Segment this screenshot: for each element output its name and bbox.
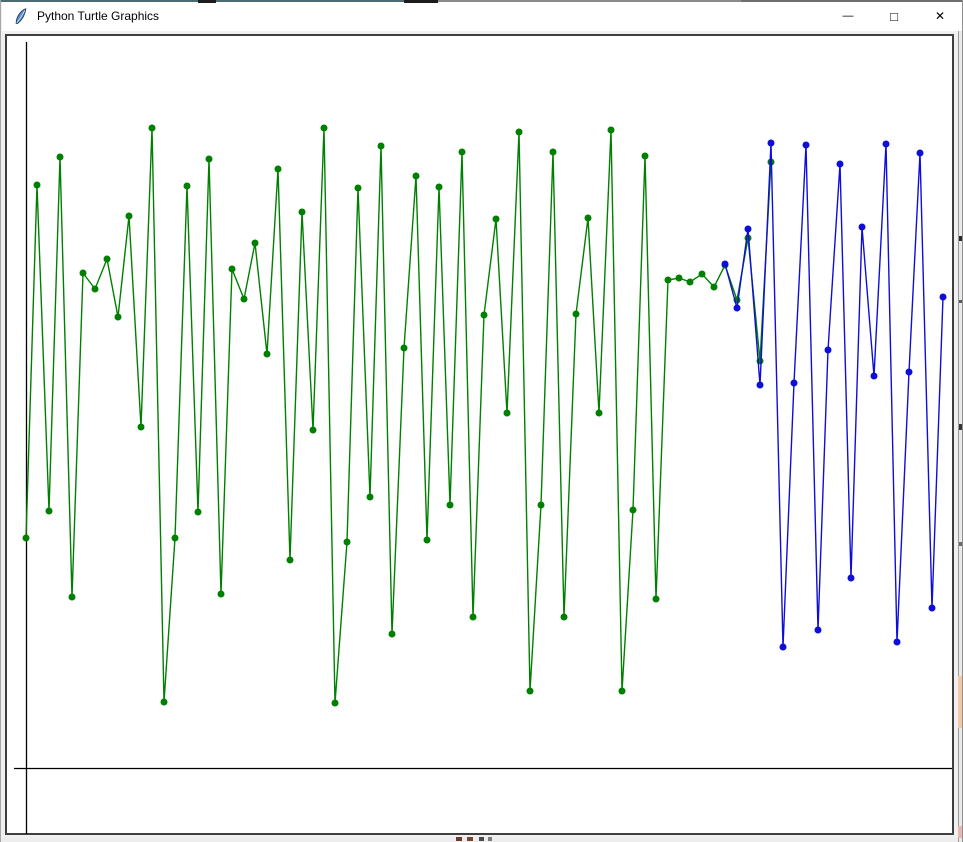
- screen-edge-artifact: [958, 676, 963, 728]
- screen-edge-artifact: [479, 837, 484, 841]
- screen-edge-artifact: [959, 236, 963, 241]
- maximize-button[interactable]: □: [871, 1, 917, 31]
- minimize-button[interactable]: —: [825, 1, 871, 31]
- screen-edge-artifact: [959, 542, 963, 546]
- screen-edge-artifact: [959, 424, 963, 430]
- turtle-canvas: [5, 34, 954, 835]
- turtle-graphics-window: Python Turtle Graphics — □ ✕: [0, 0, 963, 842]
- screen-edge-artifact: [958, 826, 963, 838]
- titlebar[interactable]: Python Turtle Graphics — □ ✕: [2, 1, 963, 31]
- top-border-segment: [404, 0, 438, 3]
- close-button[interactable]: ✕: [917, 1, 963, 31]
- top-border-segment: [438, 0, 741, 2]
- screen-edge-artifact: [456, 837, 462, 841]
- top-border-segment: [198, 0, 216, 3]
- top-border-segment: [1, 0, 438, 2]
- tk-feather-icon: [14, 8, 29, 25]
- top-border-segment: [741, 0, 963, 2]
- screen-edge-artifact: [488, 837, 492, 841]
- window-title: Python Turtle Graphics: [37, 9, 159, 23]
- screen-edge-artifact: [467, 837, 473, 841]
- screen-edge-artifact: [959, 300, 963, 303]
- window-top-border: [1, 0, 963, 2]
- window-controls: — □ ✕: [825, 1, 963, 31]
